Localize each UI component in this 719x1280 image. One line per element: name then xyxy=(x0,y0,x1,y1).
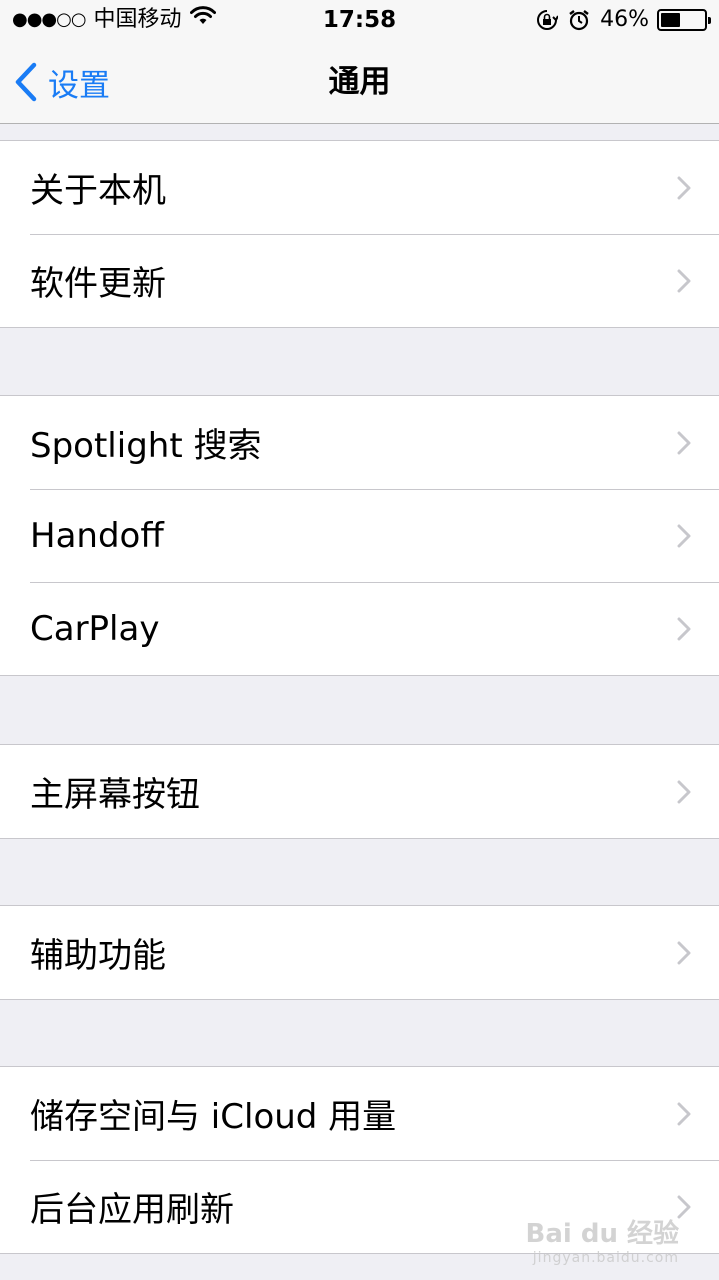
status-right: 46% xyxy=(536,0,711,40)
row-label: Handoff xyxy=(30,515,164,556)
watermark-url: jingyan.baidu.com xyxy=(532,1250,679,1266)
settings-group-home-button: 主屏幕按钮 xyxy=(0,744,719,839)
row-handoff[interactable]: Handoff xyxy=(0,489,719,582)
settings-group-device: 关于本机 软件更新 xyxy=(0,140,719,328)
row-accessibility[interactable]: 辅助功能 xyxy=(0,906,719,999)
settings-general-screen: ●●●○○ 中国移动 17:58 46% 设置 通用 关于本机 软件更新 Spo… xyxy=(0,0,719,1280)
row-label: 储存空间与 iCloud 用量 xyxy=(30,1097,397,1137)
chevron-right-icon xyxy=(677,941,691,965)
chevron-right-icon xyxy=(677,269,691,293)
row-about[interactable]: 关于本机 xyxy=(0,141,719,234)
row-label: 关于本机 xyxy=(30,171,166,211)
chevron-right-icon xyxy=(677,1102,691,1126)
navigation-bar: 设置 通用 xyxy=(0,40,719,124)
chevron-right-icon xyxy=(677,1195,691,1219)
settings-group-accessibility: 辅助功能 xyxy=(0,905,719,1000)
battery-level xyxy=(661,13,681,27)
chevron-right-icon xyxy=(677,176,691,200)
row-label: 后台应用刷新 xyxy=(30,1190,234,1230)
row-storage-icloud-usage[interactable]: 储存空间与 iCloud 用量 xyxy=(0,1067,719,1160)
battery-percent: 46% xyxy=(600,7,649,32)
row-software-update[interactable]: 软件更新 xyxy=(0,234,719,327)
row-label: Spotlight 搜索 xyxy=(30,426,262,466)
row-label: 辅助功能 xyxy=(30,936,166,976)
row-home-button[interactable]: 主屏幕按钮 xyxy=(0,745,719,838)
settings-group-continuity: Spotlight 搜索 Handoff CarPlay xyxy=(0,395,719,676)
row-label: CarPlay xyxy=(30,608,160,649)
baidu-jingyan-watermark: Bai du 经验 jingyan.baidu.com xyxy=(526,1213,680,1266)
chevron-right-icon xyxy=(677,780,691,804)
rotation-lock-icon xyxy=(536,9,559,31)
alarm-icon xyxy=(568,9,590,31)
row-spotlight-search[interactable]: Spotlight 搜索 xyxy=(0,396,719,489)
battery-icon xyxy=(657,9,711,31)
chevron-right-icon xyxy=(677,524,691,548)
watermark-brand: Bai du 经验 xyxy=(525,1219,680,1249)
row-label: 主屏幕按钮 xyxy=(30,775,200,815)
page-title: 通用 xyxy=(328,64,391,100)
chevron-right-icon xyxy=(677,617,691,641)
chevron-right-icon xyxy=(677,431,691,455)
row-carplay[interactable]: CarPlay xyxy=(0,582,719,675)
status-bar: ●●●○○ 中国移动 17:58 46% xyxy=(0,0,719,40)
row-label: 软件更新 xyxy=(30,264,166,304)
